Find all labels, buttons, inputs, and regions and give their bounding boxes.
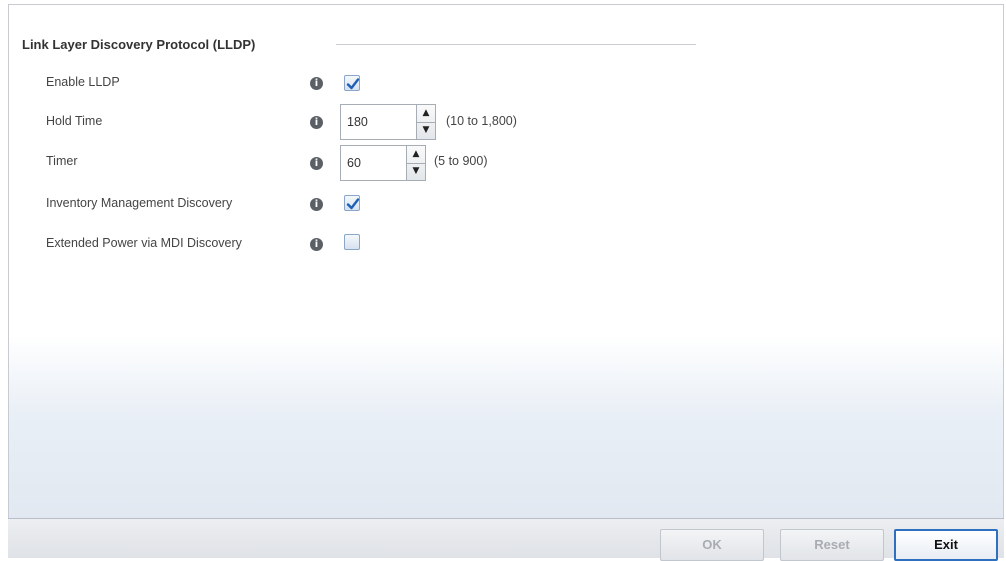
enable-lldp-checkbox[interactable] xyxy=(344,75,360,91)
hold-time-range: (10 to 1,800) xyxy=(446,114,517,128)
hold-time-value[interactable]: 180 xyxy=(347,105,368,139)
info-icon[interactable]: i xyxy=(310,238,323,251)
timer-spin-buttons[interactable]: ▲ ▼ xyxy=(406,145,426,181)
extended-power-label: Extended Power via MDI Discovery xyxy=(46,236,242,250)
hold-time-spin-buttons[interactable]: ▲ ▼ xyxy=(416,104,436,140)
timer-range: (5 to 900) xyxy=(434,154,488,168)
inventory-management-label: Inventory Management Discovery xyxy=(46,196,233,210)
enable-lldp-label: Enable LLDP xyxy=(46,75,120,89)
section-title: Link Layer Discovery Protocol (LLDP) xyxy=(22,37,256,52)
timer-label: Timer xyxy=(46,154,78,168)
checkmark-icon xyxy=(346,78,360,90)
hold-time-label: Hold Time xyxy=(46,114,103,128)
info-icon[interactable]: i xyxy=(310,198,323,211)
ok-button[interactable]: OK xyxy=(660,529,764,561)
arrow-down-icon[interactable]: ▼ xyxy=(407,163,425,180)
info-icon[interactable]: i xyxy=(310,157,323,170)
timer-stepper[interactable]: 60 ▲ ▼ xyxy=(340,145,426,181)
reset-button[interactable]: Reset xyxy=(780,529,884,561)
inventory-management-checkbox[interactable] xyxy=(344,195,360,211)
arrow-up-icon[interactable]: ▲ xyxy=(417,105,435,123)
settings-panel xyxy=(8,4,1004,556)
timer-value[interactable]: 60 xyxy=(347,146,361,180)
hold-time-stepper[interactable]: 180 ▲ ▼ xyxy=(340,104,436,140)
section-divider xyxy=(336,44,696,45)
info-icon[interactable]: i xyxy=(310,77,323,90)
extended-power-checkbox[interactable] xyxy=(344,234,360,250)
arrow-up-icon[interactable]: ▲ xyxy=(407,146,425,164)
checkmark-icon xyxy=(346,198,360,210)
exit-button[interactable]: Exit xyxy=(894,529,998,561)
arrow-down-icon[interactable]: ▼ xyxy=(417,122,435,139)
info-icon[interactable]: i xyxy=(310,116,323,129)
